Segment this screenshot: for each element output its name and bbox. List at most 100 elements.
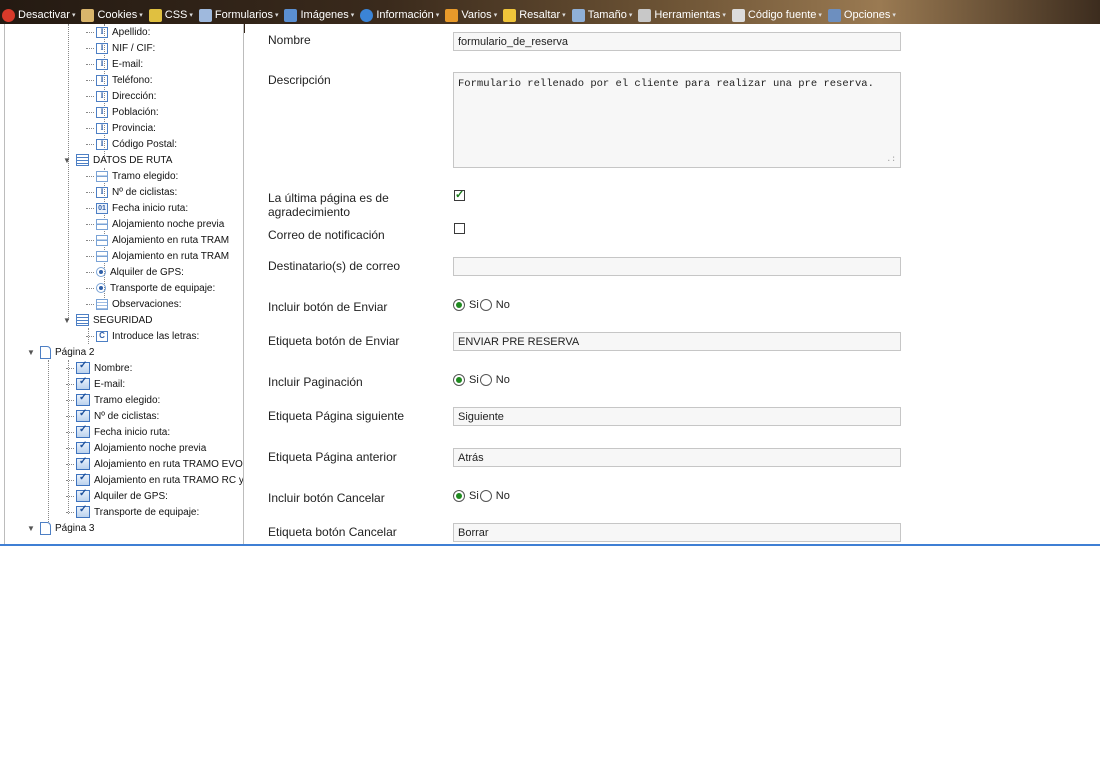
toolbar-menu-label: Imágenes bbox=[300, 9, 349, 21]
toolbar-menu-10[interactable]: Código fuente ▾ bbox=[731, 7, 822, 23]
toolbar-menu-8[interactable]: Tamaño ▾ bbox=[571, 7, 632, 23]
expand-arrow-icon[interactable]: ▼ bbox=[26, 524, 36, 533]
tree-node[interactable]: Transporte de equipaje: bbox=[76, 504, 199, 520]
tree-node[interactable]: 01 Fecha inicio ruta: bbox=[96, 200, 188, 216]
tree-node-label: Alojamiento en ruta TRAM bbox=[112, 234, 230, 246]
tree-node[interactable]: Alojamiento en ruta TRAM bbox=[96, 248, 229, 264]
tree-node[interactable]: I Nº de ciclistas: bbox=[96, 184, 177, 200]
tree-node-label: Tramo elegido: bbox=[94, 394, 161, 406]
tree-node[interactable]: C Introduce las letras: bbox=[96, 328, 199, 344]
tree-node-label: Introduce las letras: bbox=[112, 330, 200, 342]
tree-connector-line bbox=[66, 464, 74, 465]
text-field-icon: I bbox=[96, 106, 108, 118]
ultima-pagina-checkbox[interactable] bbox=[454, 188, 465, 201]
incluir-cancelar-label: Incluir botón Cancelar bbox=[268, 491, 385, 505]
ruler-icon bbox=[571, 8, 585, 22]
form-structure-tree[interactable]: I Apellido: I NIF / CIF: I E-mail: I Teléfono: I… bbox=[0, 24, 244, 544]
incluir-paginacion-radio-group: Si No bbox=[453, 374, 512, 386]
tree-node[interactable]: I NIF / CIF: bbox=[96, 40, 155, 56]
text-field-icon: I bbox=[96, 138, 108, 150]
etiqueta-cancelar-label: Etiqueta botón Cancelar bbox=[268, 525, 397, 539]
correo-notificacion-checkbox[interactable] bbox=[454, 223, 465, 234]
tree-node-label: Nº de ciclistas: bbox=[112, 186, 178, 198]
toolbar-menu-label: Formularios bbox=[214, 9, 273, 21]
tree-node[interactable]: I Población: bbox=[96, 104, 159, 120]
tree-node[interactable]: I Código Postal: bbox=[96, 136, 177, 152]
tree-connector-line bbox=[86, 128, 94, 129]
tree-node[interactable]: Tramo elegido: bbox=[76, 392, 160, 408]
etiqueta-enviar-input[interactable]: ENVIAR PRE RESERVA bbox=[453, 332, 901, 351]
nombre-label: Nombre bbox=[268, 33, 311, 47]
etiqueta-anterior-input[interactable]: Atrás bbox=[453, 448, 901, 467]
tree-node[interactable]: Transporte de equipaje: bbox=[96, 280, 215, 296]
tree-node[interactable]: Nombre: bbox=[76, 360, 132, 376]
toolbar-menu-label: Resaltar bbox=[519, 9, 561, 21]
toolbar-menu-9[interactable]: Herramientas ▾ bbox=[638, 7, 726, 23]
incluir-paginacion-no-radio[interactable] bbox=[479, 374, 492, 386]
expand-arrow-icon[interactable]: ▼ bbox=[62, 156, 72, 165]
tree-node[interactable]: Alojamiento en ruta TRAMO RC y bbox=[76, 472, 243, 488]
incluir-paginacion-si-label: Si bbox=[469, 374, 479, 386]
form-properties-panel: Nombre formulario_de_reserva Descripción… bbox=[245, 24, 1100, 544]
toolbar-menu-5[interactable]: Información ▾ bbox=[360, 7, 439, 23]
tree-node[interactable]: E-mail: bbox=[76, 376, 125, 392]
tree-connector-line bbox=[86, 336, 94, 337]
tree-node[interactable]: Nº de ciclistas: bbox=[76, 408, 159, 424]
tree-node[interactable]: ▼ DATOS DE RUTA bbox=[62, 152, 172, 168]
toolbar-menu-4[interactable]: Imágenes ▾ bbox=[284, 7, 354, 23]
tree-node-label: Apellido: bbox=[112, 26, 151, 38]
tree-node-label: Transporte de equipaje: bbox=[110, 282, 216, 294]
incluir-enviar-no-radio[interactable] bbox=[479, 299, 492, 311]
tree-node[interactable]: ▼ SEGURIDAD bbox=[62, 312, 152, 328]
tree-connector-line bbox=[66, 384, 74, 385]
tree-node[interactable]: I E-mail: bbox=[96, 56, 143, 72]
toolbar-menu-0[interactable]: Desactivar ▾ bbox=[2, 7, 75, 23]
incluir-paginacion-si-radio[interactable] bbox=[453, 374, 465, 386]
incluir-cancelar-si-radio[interactable] bbox=[453, 490, 465, 502]
tree-node[interactable]: I Provincia: bbox=[96, 120, 156, 136]
destinatario-label: Destinatario(s) de correo bbox=[268, 259, 401, 273]
tree-node[interactable]: I Teléfono: bbox=[96, 72, 153, 88]
tree-node[interactable]: Alojamiento en ruta TRAM bbox=[96, 232, 229, 248]
toolbar-menu-7[interactable]: Resaltar ▾ bbox=[503, 7, 566, 23]
tree-node[interactable]: Fecha inicio ruta: bbox=[76, 424, 170, 440]
nombre-input[interactable]: formulario_de_reserva bbox=[453, 32, 901, 51]
tree-connector-line bbox=[86, 224, 94, 225]
incluir-cancelar-radio-group: Si No bbox=[453, 490, 512, 502]
tree-node[interactable]: ▼ Página 2 bbox=[26, 344, 94, 360]
tree-node[interactable]: Tramo elegido: bbox=[96, 168, 178, 184]
toolbar-menu-3[interactable]: Formularios ▾ bbox=[198, 7, 278, 23]
resize-grip-icon[interactable]: .: bbox=[886, 155, 896, 164]
incluir-enviar-si-radio[interactable] bbox=[453, 299, 465, 311]
tree-node[interactable]: Alquiler de GPS: bbox=[76, 488, 168, 504]
page-icon bbox=[40, 345, 51, 359]
tree-node[interactable]: Alquiler de GPS: bbox=[96, 264, 184, 280]
tree-node-label: Alojamiento noche previa bbox=[112, 218, 225, 230]
tree-node[interactable]: ▼ Página 3 bbox=[26, 520, 94, 536]
etiqueta-cancelar-input[interactable]: Borrar bbox=[453, 523, 901, 542]
radio-field-icon bbox=[96, 283, 106, 293]
tree-node[interactable]: Alojamiento en ruta TRAMO EVO y bbox=[76, 456, 243, 472]
tree-node-label: Página 3 bbox=[55, 522, 95, 534]
tree-node[interactable]: I Apellido: bbox=[96, 24, 150, 40]
toolbar-menu-2[interactable]: CSS ▾ bbox=[148, 7, 193, 23]
toolbar-menu-11[interactable]: Opciones ▾ bbox=[827, 7, 896, 23]
incluir-cancelar-no-radio[interactable] bbox=[479, 490, 492, 502]
descripcion-textarea[interactable]: Formulario rellenado por el cliente para… bbox=[453, 72, 901, 168]
toolbar-menu-label: Desactivar bbox=[18, 9, 70, 21]
tree-node[interactable]: Observaciones: bbox=[96, 296, 181, 312]
tree-connector-line bbox=[86, 240, 94, 241]
destinatario-input[interactable] bbox=[453, 257, 901, 276]
etiqueta-siguiente-input[interactable]: Siguiente bbox=[453, 407, 901, 426]
tree-node[interactable]: Alojamiento noche previa bbox=[96, 216, 224, 232]
toolbar-menu-1[interactable]: Cookies ▾ bbox=[81, 7, 143, 23]
incluir-enviar-radio-group: Si No bbox=[453, 299, 512, 311]
expand-arrow-icon[interactable]: ▼ bbox=[62, 316, 72, 325]
tree-node[interactable]: Alojamiento noche previa bbox=[76, 440, 206, 456]
tree-node-label: NIF / CIF: bbox=[112, 42, 156, 54]
toolbar-menu-6[interactable]: Varios ▾ bbox=[445, 7, 497, 23]
tree-node[interactable]: I Dirección: bbox=[96, 88, 156, 104]
incluir-enviar-si-label: Si bbox=[469, 299, 479, 311]
tree-connector-line bbox=[86, 48, 94, 49]
expand-arrow-icon[interactable]: ▼ bbox=[26, 348, 36, 357]
